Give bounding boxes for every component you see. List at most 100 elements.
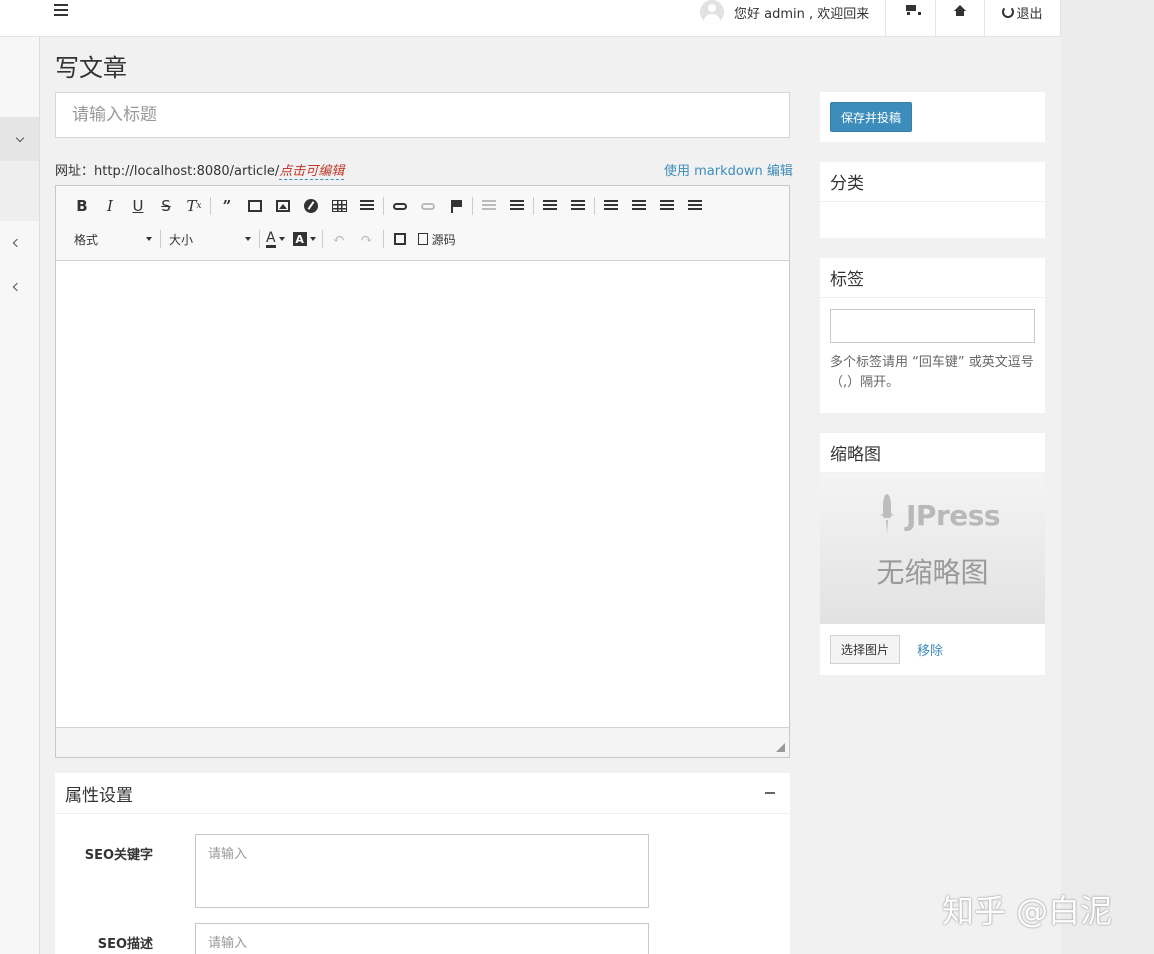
maximize-icon xyxy=(393,233,406,245)
seo-keywords-input[interactable] xyxy=(195,834,649,908)
italic-button[interactable]: I xyxy=(96,194,124,218)
home-button[interactable] xyxy=(935,0,984,37)
remove-format-button[interactable]: Tx xyxy=(180,194,208,218)
power-icon xyxy=(1002,6,1015,18)
compass-icon xyxy=(304,199,318,213)
format-select[interactable]: 格式 xyxy=(68,227,158,251)
insert-link-button[interactable] xyxy=(386,194,414,218)
sidebar-submenu xyxy=(0,161,39,221)
insert-image-button[interactable] xyxy=(269,194,297,218)
insert-media-button[interactable] xyxy=(297,194,325,218)
url-base: http://localhost:8080/article/ xyxy=(94,164,280,179)
anchor-button[interactable] xyxy=(442,194,470,218)
toolbar-separator xyxy=(160,230,161,248)
toolbar-separator xyxy=(259,230,260,248)
horizontal-rule-button[interactable] xyxy=(353,194,381,218)
bulleted-list-icon xyxy=(571,200,585,212)
align-center-icon xyxy=(632,200,646,212)
page-gutter xyxy=(1061,0,1154,954)
redo-button[interactable]: ↷ xyxy=(353,227,381,251)
font-size-select[interactable]: 大小 xyxy=(163,227,257,251)
zhihu-watermark: 知乎 @白泥 xyxy=(942,892,1113,930)
toolbar-separator xyxy=(382,230,384,248)
outdent-icon xyxy=(482,200,496,212)
unlink-button[interactable] xyxy=(414,194,442,218)
insert-template-button[interactable] xyxy=(241,194,269,218)
toolbar-separator xyxy=(383,197,384,215)
shopping-cart-icon xyxy=(905,5,921,15)
page-title: 写文章 xyxy=(55,54,127,82)
toolbar-separator xyxy=(210,197,211,215)
source-button-label: 源码 xyxy=(431,232,456,247)
undo-button[interactable]: ↶ xyxy=(325,227,353,251)
format-select-label: 格式 xyxy=(74,232,99,247)
outdent-button[interactable] xyxy=(475,194,503,218)
blockquote-button[interactable]: ” xyxy=(213,194,241,218)
numbered-list-button[interactable] xyxy=(536,194,564,218)
background-color-button[interactable]: A xyxy=(289,232,320,246)
strikethrough-button[interactable]: S xyxy=(152,194,180,218)
toolbar-separator xyxy=(533,197,534,215)
tags-input[interactable] xyxy=(830,309,1035,343)
seo-description-input[interactable] xyxy=(195,923,649,954)
align-center-button[interactable] xyxy=(625,194,653,218)
image-icon xyxy=(276,200,290,212)
editor-status-bar xyxy=(56,727,789,757)
bulleted-list-button[interactable] xyxy=(564,194,592,218)
caret-down-icon xyxy=(245,237,251,241)
markdown-editor-link[interactable]: 使用 markdown 编辑 xyxy=(664,160,793,179)
flag-icon xyxy=(451,199,462,213)
underline-button[interactable]: U xyxy=(124,194,152,218)
menu-toggle-icon[interactable] xyxy=(54,3,68,17)
sidebar-expand-toggle[interactable] xyxy=(0,117,39,161)
template-icon xyxy=(248,200,262,212)
bold-button[interactable]: B xyxy=(68,194,96,218)
align-right-button[interactable] xyxy=(653,194,681,218)
background-color-icon: A xyxy=(292,232,307,246)
sidebar-item-collapsed-2[interactable] xyxy=(0,277,33,297)
no-thumbnail-text: 无缩略图 xyxy=(876,556,989,589)
maximize-button[interactable] xyxy=(386,227,414,251)
user-menu[interactable]: 您好 admin , 欢迎回来 xyxy=(700,0,869,24)
collapse-minus-icon[interactable] xyxy=(765,792,775,794)
publish-panel: 保存并投稿 xyxy=(820,92,1045,142)
url-slug-edit-link[interactable]: 点击可编辑 xyxy=(279,164,345,180)
cart-button[interactable] xyxy=(885,0,935,37)
seo-keywords-label: SEO关键字 xyxy=(84,848,153,863)
logout-label: 退出 xyxy=(1016,7,1043,22)
thumbnail-brand: JPress xyxy=(906,499,1001,532)
editor-content-area[interactable] xyxy=(56,261,789,727)
chevron-down-icon xyxy=(15,133,24,142)
editor-toolbar: B I U S Tx ” 格式 大小 A A ↶ ↷ 源码 xyxy=(56,186,789,261)
save-and-submit-button[interactable]: 保存并投稿 xyxy=(830,102,912,132)
insert-table-button[interactable] xyxy=(325,194,353,218)
font-size-select-label: 大小 xyxy=(169,232,194,247)
thumbnail-panel-title: 缩略图 xyxy=(820,433,1045,473)
text-color-button[interactable]: A xyxy=(262,231,289,248)
remove-thumbnail-link[interactable]: 移除 xyxy=(917,640,943,659)
article-title-input[interactable] xyxy=(55,92,790,138)
caret-down-icon xyxy=(278,237,285,241)
seo-description-label: SEO描述 xyxy=(97,937,153,952)
indent-button[interactable] xyxy=(503,194,531,218)
category-panel: 分类 xyxy=(820,162,1045,238)
url-label: 网址： xyxy=(55,164,95,179)
attributes-panel-title: 属性设置 xyxy=(65,785,133,806)
caret-down-icon xyxy=(309,237,316,241)
tags-help-text: 多个标签请用 “回车键” 或英文逗号（,）隔开。 xyxy=(830,355,1034,390)
rich-text-editor: B I U S Tx ” 格式 大小 A A ↶ ↷ 源码 xyxy=(55,185,790,758)
justify-icon xyxy=(688,200,702,212)
source-code-icon xyxy=(417,233,428,245)
unlink-icon xyxy=(421,202,435,210)
resize-handle-icon[interactable] xyxy=(776,743,785,752)
justify-button[interactable] xyxy=(681,194,709,218)
chevron-left-icon xyxy=(12,282,21,292)
logout-button[interactable]: 退出 xyxy=(984,0,1061,37)
table-icon xyxy=(331,200,347,212)
select-image-button[interactable]: 选择图片 xyxy=(830,635,900,664)
category-panel-title: 分类 xyxy=(820,162,1045,202)
source-button[interactable]: 源码 xyxy=(414,231,460,248)
sidebar-item-collapsed-1[interactable] xyxy=(0,233,33,253)
align-left-button[interactable] xyxy=(597,194,625,218)
avatar xyxy=(700,0,724,24)
